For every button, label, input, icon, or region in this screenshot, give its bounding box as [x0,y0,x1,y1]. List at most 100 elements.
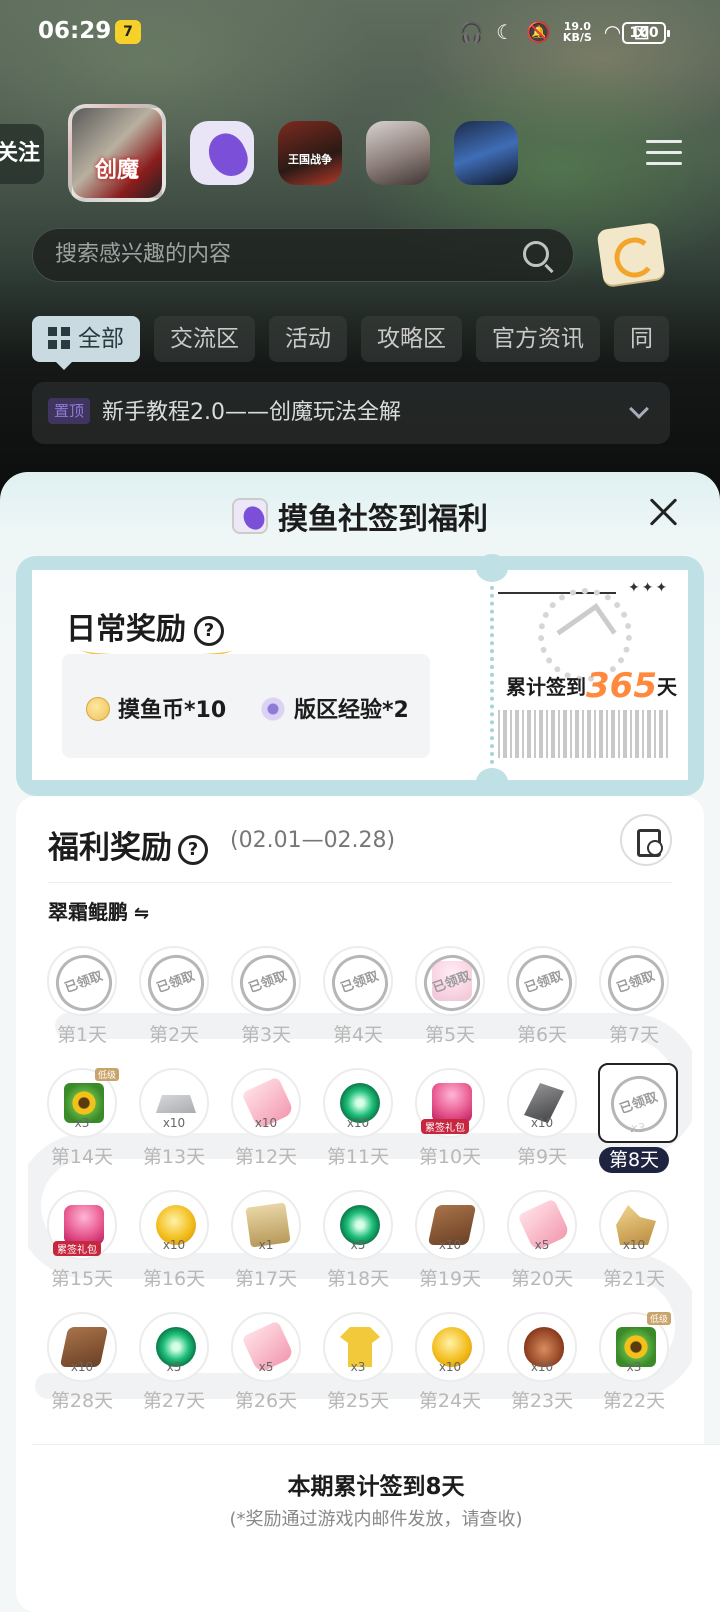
reward-day-cell[interactable]: 已领取 第1天 [46,946,120,1068]
game-icon-anime[interactable] [366,121,430,185]
day-label: 第21天 [602,1268,666,1290]
history-icon[interactable] [620,814,672,866]
tab-guides[interactable]: 攻略区 [361,316,462,362]
reward-day-cell[interactable]: x3已领取第8天 [598,1063,678,1190]
reward-day-cell[interactable]: 已领取 第6天 [506,946,580,1068]
reward-day-cell[interactable]: x3 第25天 [322,1312,394,1434]
day-label: 第19天 [418,1268,482,1290]
chevron-down-icon[interactable] [629,399,649,419]
search-icon[interactable] [523,241,549,267]
welfare-date-range: (02.01—02.28) [230,828,396,853]
reward-day-cell[interactable]: 已领取 第2天 [138,946,212,1068]
reward-item[interactable]: 已领取 [139,946,212,1019]
reward-day-cell[interactable]: x10 第16天 [138,1190,210,1312]
reward-item[interactable]: x5 [507,1190,577,1260]
reward-item[interactable]: x5 [231,1312,301,1382]
reward-item[interactable]: x10 [139,1068,209,1138]
reward-day-cell[interactable]: 已领取 第3天 [230,946,304,1068]
reward-item[interactable]: x5 [323,1190,393,1260]
claimed-stamp: 已领取 [140,947,212,1019]
reward-day-cell[interactable]: x10 第23天 [506,1312,578,1434]
game-icon-wangguozhanzheng[interactable]: 王国战争 [278,121,342,185]
reward-day-cell[interactable]: x10 第24天 [414,1312,486,1434]
reward-day-cell[interactable]: x1 第17天 [230,1190,302,1312]
reward-day-cell[interactable]: 低级 x3 第22天 [598,1312,671,1434]
game-icon-moyushe[interactable] [190,121,254,185]
coin-icon [86,697,110,721]
reward-item[interactable]: x10 [323,1068,393,1138]
reward-exp: 版区经验*2 [260,692,409,724]
reward-item[interactable]: 已领取 [47,946,120,1019]
clock: 06:29 [38,18,112,44]
search-input[interactable]: 搜索感兴趣的内容 [32,228,574,282]
reward-item[interactable]: 累签礼包 [415,1068,485,1138]
reward-day-cell[interactable]: 低级 x3 第14天 [46,1068,119,1190]
headphone-icon: 🎧 [459,20,485,44]
reward-item[interactable]: 已领取 [415,946,488,1019]
tab-discussion[interactable]: 交流区 [154,316,255,362]
tab-official-news[interactable]: 官方资讯 [476,316,600,362]
pinned-badge: 置顶 [48,398,91,424]
reward-item[interactable]: 已领取 [323,946,396,1019]
reward-day-cell[interactable]: x10 第9天 [506,1068,578,1190]
reward-item[interactable]: 已领取 [507,946,580,1019]
reward-item[interactable]: 已领取 [599,946,672,1019]
reward-item[interactable]: x10 [139,1190,209,1260]
reward-day-cell[interactable]: 已领取 第4天 [322,946,396,1068]
reward-item[interactable]: x3已领取 [598,1063,678,1143]
day-label: 第12天 [234,1146,298,1168]
reward-day-cell[interactable]: x5 第20天 [506,1190,578,1312]
reward-item[interactable]: x10 [47,1312,117,1382]
reward-item[interactable]: x10 [599,1190,669,1260]
reward-day-cell[interactable]: 累签礼包 第10天 [414,1068,486,1190]
wifi-icon: ◠ [603,20,622,44]
claimed-stamp: 已领取 [416,947,488,1019]
reward-day-cell[interactable]: x5 第18天 [322,1190,394,1312]
reward-item[interactable]: 累签礼包 [47,1190,117,1260]
reward-item[interactable]: 已领取 [231,946,304,1019]
menu-icon[interactable] [646,140,682,170]
item-quantity: x10 [162,1116,186,1130]
reward-day-cell[interactable]: 已领取 第7天 [598,946,672,1068]
reward-day-cell[interactable]: x10 第21天 [598,1190,670,1312]
reward-day-cell[interactable]: 累签礼包 第15天 [46,1190,118,1312]
mute-icon: 🔕 [526,20,551,44]
help-icon[interactable]: ? [178,835,208,865]
close-icon[interactable] [648,496,678,526]
character-selector[interactable]: 翠霜鲲鹏 ⇋ [48,896,149,925]
game-icon-chuangmo[interactable]: 创魔 [68,104,166,202]
reward-item[interactable]: x3 [323,1312,393,1382]
follow-tab[interactable]: 关注 [0,124,44,184]
exp-icon [260,697,286,721]
pinned-post[interactable]: 置顶 新手教程2.0——创魔玩法全解 [32,382,670,444]
reward-day-cell[interactable]: x10 第13天 [138,1068,210,1190]
tab-more[interactable]: 同 [614,316,669,362]
reward-day-cell[interactable]: x10 第19天 [414,1190,486,1312]
reward-item[interactable]: x10 [415,1312,485,1382]
reward-item[interactable]: x1 [231,1190,301,1260]
reward-day-cell[interactable]: x10 第12天 [230,1068,302,1190]
reward-day-cell[interactable]: x5 第27天 [138,1312,210,1434]
game-switcher: 创魔 王国战争 [68,104,542,202]
checkin-icon[interactable] [596,221,666,287]
game-icon-creature[interactable] [454,121,518,185]
day-label: 第23天 [510,1390,574,1412]
tab-all[interactable]: 全部 [32,316,140,370]
item-quantity: x10 [622,1238,646,1252]
reward-item[interactable]: x10 [507,1068,577,1138]
reward-day-cell[interactable]: x10 第11天 [322,1068,394,1190]
item-quantity: x5 [258,1360,274,1374]
day-label: 第24天 [418,1390,482,1412]
tab-events[interactable]: 活动 [269,316,347,362]
category-tabs: 全部 交流区 活动 攻略区 官方资讯 同 [32,316,669,370]
reward-day-cell[interactable]: x5 第26天 [230,1312,302,1434]
help-icon[interactable]: ? [194,616,224,646]
reward-day-cell[interactable]: x10 第28天 [46,1312,118,1434]
reward-item[interactable]: 低级 x3 [47,1068,119,1138]
reward-item[interactable]: 低级 x3 [599,1312,671,1382]
reward-item[interactable]: x10 [231,1068,301,1138]
reward-item[interactable]: x5 [139,1312,209,1382]
reward-item[interactable]: x10 [507,1312,577,1382]
reward-item[interactable]: x10 [415,1190,485,1260]
reward-day-cell[interactable]: 已领取 第5天 [414,946,488,1068]
